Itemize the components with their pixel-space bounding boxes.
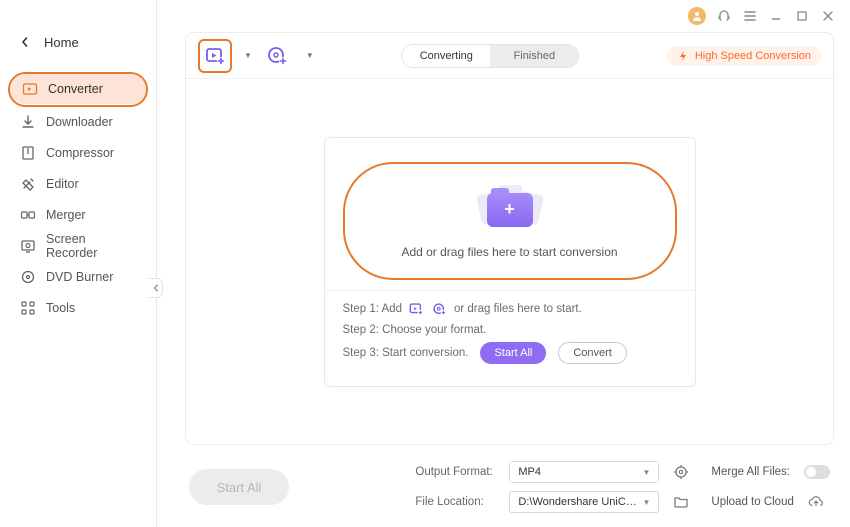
steps: Step 1: Add or drag files here to start.…	[325, 290, 695, 386]
add-file-mini-icon[interactable]	[408, 301, 425, 318]
chevron-down-icon: ▼	[642, 468, 650, 477]
output-format-select[interactable]: MP4 ▼	[509, 461, 659, 483]
collapse-sidebar-button[interactable]	[149, 278, 163, 298]
folder-illustration-icon: +	[479, 183, 541, 231]
home-label: Home	[44, 35, 79, 50]
tools-icon	[20, 300, 36, 316]
sidebar-item-label: DVD Burner	[46, 270, 113, 284]
sidebar-item-label: Tools	[46, 301, 75, 315]
step-1-prefix: Step 1: Add	[343, 303, 402, 315]
format-settings-icon[interactable]	[673, 464, 689, 480]
add-dvd-dropdown-icon[interactable]: ▼	[306, 51, 314, 60]
convert-small-button[interactable]: Convert	[558, 342, 627, 364]
support-icon[interactable]	[716, 8, 732, 24]
merge-row: Merge All Files:	[711, 465, 830, 479]
start-all-button[interactable]: Start All	[189, 469, 289, 505]
close-icon[interactable]	[820, 8, 836, 24]
downloader-icon	[20, 114, 36, 130]
sidebar: Home Converter Downloader Compressor Edi…	[0, 0, 157, 527]
sidebar-item-tools[interactable]: Tools	[8, 293, 148, 323]
high-speed-toggle[interactable]: High Speed Conversion	[667, 46, 821, 66]
toolbar: ▼ ▼ Converting Finished High Speed Conve…	[186, 33, 833, 79]
chevron-down-icon: ▼	[642, 498, 650, 507]
upload-row: Upload to Cloud	[711, 494, 830, 510]
sidebar-item-dvd-burner[interactable]: DVD Burner	[8, 262, 148, 292]
home-row[interactable]: Home	[0, 28, 156, 56]
dvd-burner-icon	[20, 269, 36, 285]
sidebar-item-label: Merger	[46, 208, 86, 222]
sidebar-item-screen-recorder[interactable]: Screen Recorder	[8, 231, 148, 261]
step-3: Step 3: Start conversion. Start All Conv…	[343, 342, 677, 364]
add-dvd-mini-icon[interactable]	[431, 301, 448, 318]
output-format-label: Output Format:	[415, 466, 495, 478]
dropzone-text: Add or drag files here to start conversi…	[401, 245, 617, 259]
content-panel: ▼ ▼ Converting Finished High Speed Conve…	[185, 32, 834, 445]
user-avatar-icon[interactable]	[688, 7, 706, 25]
file-location-label: File Location:	[415, 496, 495, 508]
maximize-icon[interactable]	[794, 8, 810, 24]
step-2: Step 2: Choose your format.	[343, 324, 677, 336]
start-all-small-button[interactable]: Start All	[480, 342, 546, 364]
open-folder-icon[interactable]	[673, 494, 689, 510]
titlebar	[157, 0, 850, 28]
dropzone[interactable]: + Add or drag files here to start conver…	[343, 162, 677, 280]
merger-icon	[20, 207, 36, 223]
sidebar-item-downloader[interactable]: Downloader	[8, 107, 148, 137]
menu-icon[interactable]	[742, 8, 758, 24]
file-location-value: D:\Wondershare UniConverter 1	[518, 496, 638, 508]
cloud-upload-icon[interactable]	[808, 494, 824, 510]
add-file-button[interactable]	[198, 39, 232, 73]
output-format-value: MP4	[518, 466, 541, 478]
sidebar-item-converter[interactable]: Converter	[10, 74, 146, 104]
step-1: Step 1: Add or drag files here to start.	[343, 301, 677, 318]
editor-icon	[20, 176, 36, 192]
step-1-suffix: or drag files here to start.	[454, 303, 582, 315]
sidebar-item-label: Converter	[48, 82, 103, 96]
screen-recorder-icon	[20, 238, 36, 254]
content-body: + Add or drag files here to start conver…	[186, 79, 833, 444]
merge-label: Merge All Files:	[711, 466, 790, 478]
tab-switch: Converting Finished	[401, 44, 579, 68]
step-2-text: Step 2: Choose your format.	[343, 324, 487, 336]
tab-finished[interactable]: Finished	[490, 45, 578, 67]
drop-card: + Add or drag files here to start conver…	[324, 137, 696, 387]
add-file-dropdown-icon[interactable]: ▼	[244, 51, 252, 60]
sidebar-item-label: Compressor	[46, 146, 114, 160]
sidebar-item-compressor[interactable]: Compressor	[8, 138, 148, 168]
step-3-text: Step 3: Start conversion.	[343, 347, 469, 359]
sidebar-item-merger[interactable]: Merger	[8, 200, 148, 230]
sidebar-item-label: Downloader	[46, 115, 113, 129]
upload-label: Upload to Cloud	[711, 496, 793, 508]
sidebar-item-label: Editor	[46, 177, 79, 191]
file-location-row: File Location: D:\Wondershare UniConvert…	[415, 491, 689, 513]
compressor-icon	[20, 145, 36, 161]
footer: Output Format: MP4 ▼ Merge All Files: St…	[185, 445, 834, 517]
high-speed-label: High Speed Conversion	[695, 50, 811, 62]
nav-list: Converter Downloader Compressor Editor M…	[0, 68, 156, 323]
tab-converting[interactable]: Converting	[402, 45, 490, 67]
merge-toggle[interactable]	[804, 465, 830, 479]
minimize-icon[interactable]	[768, 8, 784, 24]
file-location-select[interactable]: D:\Wondershare UniConverter 1 ▼	[509, 491, 659, 513]
converter-icon	[22, 81, 38, 97]
sidebar-item-label: Screen Recorder	[46, 232, 140, 260]
add-dvd-button[interactable]	[260, 39, 294, 73]
back-icon[interactable]	[20, 37, 30, 47]
lightning-icon	[677, 50, 689, 62]
output-format-row: Output Format: MP4 ▼	[415, 461, 689, 483]
sidebar-item-editor[interactable]: Editor	[8, 169, 148, 199]
main-area: ▼ ▼ Converting Finished High Speed Conve…	[157, 0, 850, 527]
